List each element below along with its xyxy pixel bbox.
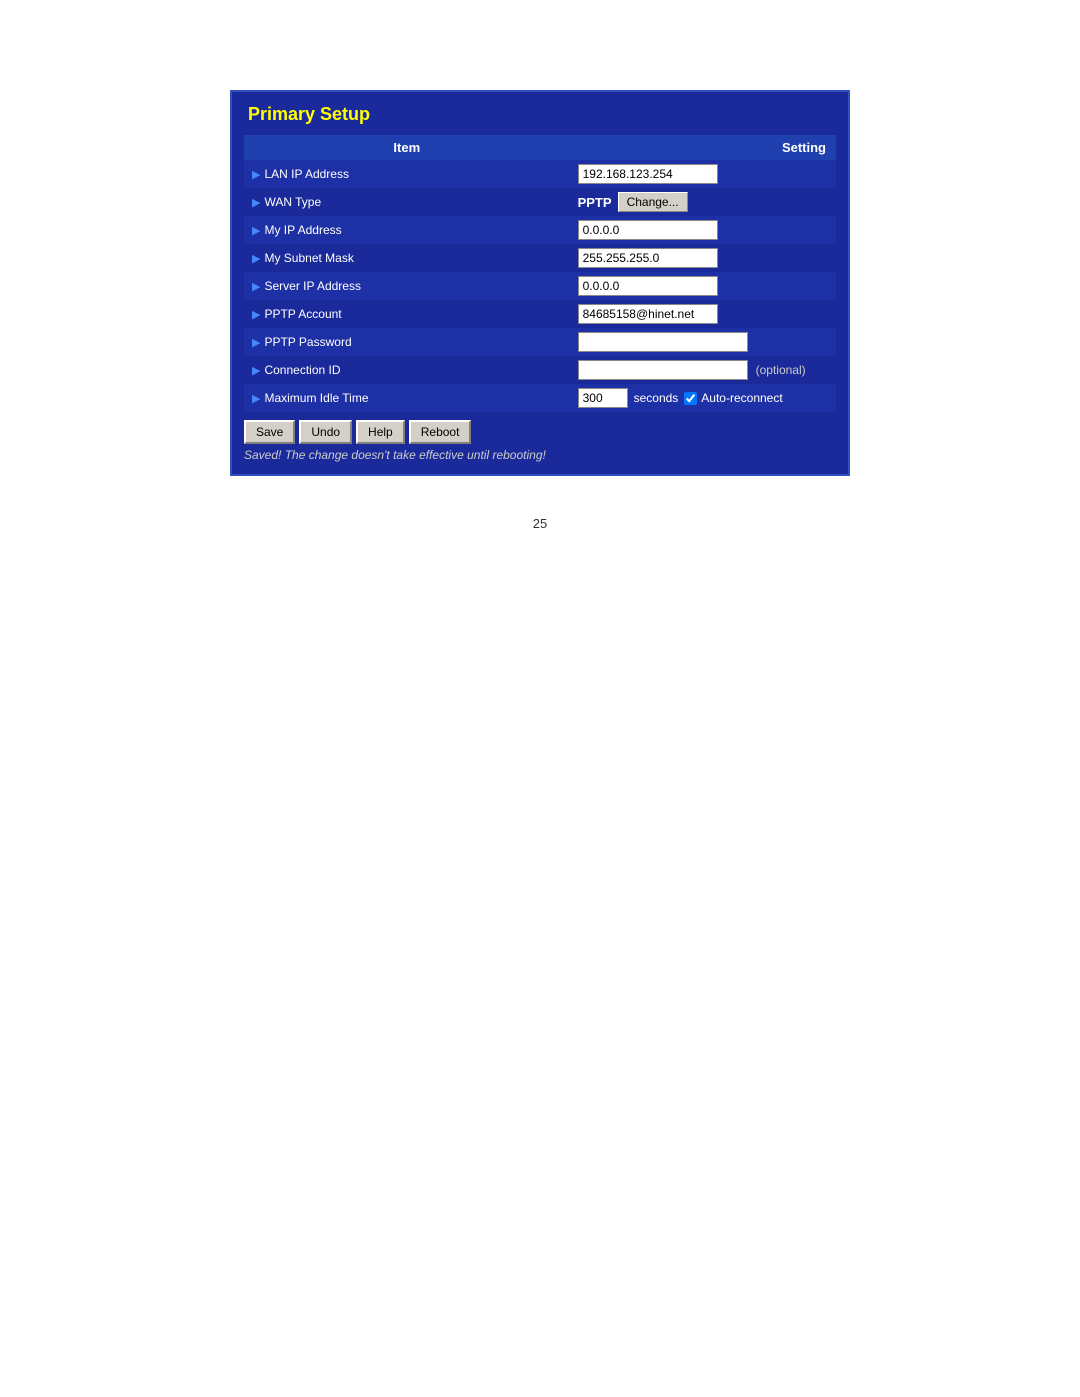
arrow-icon-4: ▶ [252,280,260,293]
header-setting: Setting [570,135,836,160]
save-button[interactable]: Save [244,420,295,444]
idle-time-cell: seconds Auto-reconnect [578,388,828,408]
bottom-buttons: Save Undo Help Reboot [244,420,836,444]
help-button[interactable]: Help [356,420,405,444]
setting-cell-0 [570,160,836,188]
row-label-text-2: My IP Address [264,223,341,237]
table-row: ▶ LAN IP Address [244,160,836,188]
row-label-3: ▶ My Subnet Mask [252,251,562,265]
row-label-2: ▶ My IP Address [252,223,562,237]
setting-cell-8: seconds Auto-reconnect [570,384,836,412]
auto-reconnect-label: Auto-reconnect [684,391,782,405]
table-row: ▶ Connection ID (optional) [244,356,836,384]
input-my-ip-address[interactable] [578,220,718,240]
setting-cell-5 [570,300,836,328]
input-pptp-account[interactable] [578,304,718,324]
status-message: Saved! The change doesn't take effective… [244,448,836,462]
input-lan-ip-address[interactable] [578,164,718,184]
arrow-icon-5: ▶ [252,308,260,321]
setting-cell-7: (optional) [570,356,836,384]
input-my-subnet-mask[interactable] [578,248,718,268]
arrow-icon-0: ▶ [252,168,260,181]
panel-title: Primary Setup [244,104,836,125]
setting-cell-1: PPTP Change... [570,188,836,216]
row-label-text-7: Connection ID [264,363,340,377]
row-label-text-1: WAN Type [264,195,321,209]
input-idle-time[interactable] [578,388,628,408]
arrow-icon-3: ▶ [252,252,260,265]
table-row: ▶ My IP Address [244,216,836,244]
wan-label: PPTP [578,195,612,210]
row-label-4: ▶ Server IP Address [252,279,562,293]
arrow-icon-1: ▶ [252,196,260,209]
table-row: ▶ PPTP Account [244,300,836,328]
setting-cell-4 [570,272,836,300]
row-label-text-0: LAN IP Address [264,167,349,181]
table-row: ▶ Server IP Address [244,272,836,300]
row-label-5: ▶ PPTP Account [252,307,562,321]
table-header-row: Item Setting [244,135,836,160]
page-wrapper: Primary Setup Item Setting ▶ LAN IP Addre… [0,90,1080,531]
seconds-label: seconds [634,391,679,405]
row-label-text-3: My Subnet Mask [264,251,353,265]
row-label-6: ▶ PPTP Password [252,335,562,349]
row-label-7: ▶ Connection ID [252,363,562,377]
table-row: ▶ PPTP Password [244,328,836,356]
settings-table: Item Setting ▶ LAN IP Address ▶ WAN Type PPT… [244,135,836,412]
row-label-8: ▶ Maximum Idle Time [252,391,562,405]
table-row: ▶ My Subnet Mask [244,244,836,272]
input-pptp-password[interactable] [578,332,748,352]
row-label-text-6: PPTP Password [264,335,351,349]
wan-type-cell: PPTP Change... [578,192,828,212]
optional-text: (optional) [756,363,806,377]
undo-button[interactable]: Undo [299,420,352,444]
table-row: ▶ WAN Type PPTP Change... [244,188,836,216]
row-label-text-4: Server IP Address [264,279,361,293]
header-item: Item [244,135,570,160]
arrow-icon-7: ▶ [252,364,260,377]
row-label-1: ▶ WAN Type [252,195,562,209]
setting-cell-2 [570,216,836,244]
page-number: 25 [533,516,547,531]
arrow-icon-6: ▶ [252,336,260,349]
row-label-text-5: PPTP Account [264,307,341,321]
setting-cell-3 [570,244,836,272]
auto-reconnect-text: Auto-reconnect [701,391,782,405]
primary-setup-panel: Primary Setup Item Setting ▶ LAN IP Addre… [230,90,850,476]
table-row: ▶ Maximum Idle Time seconds Auto-reconnect [244,384,836,412]
arrow-icon-8: ▶ [252,392,260,405]
input-connection-id[interactable] [578,360,748,380]
input-server-ip-address[interactable] [578,276,718,296]
change-wan-button[interactable]: Change... [618,192,688,212]
row-label-0: ▶ LAN IP Address [252,167,562,181]
arrow-icon-2: ▶ [252,224,260,237]
auto-reconnect-checkbox[interactable] [684,392,697,405]
setting-cell-6 [570,328,836,356]
reboot-button[interactable]: Reboot [409,420,472,444]
row-label-text-8: Maximum Idle Time [264,391,368,405]
